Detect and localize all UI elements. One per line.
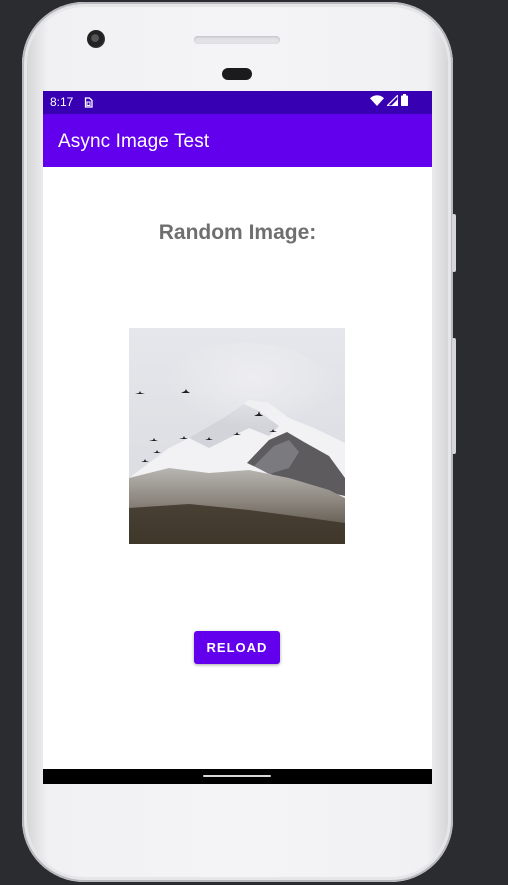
status-bar: 8:17 (43, 91, 432, 114)
wifi-icon (370, 93, 384, 111)
mountain-photo (129, 328, 345, 544)
home-gesture-handle[interactable] (203, 775, 271, 777)
proximity-sensor (222, 68, 252, 80)
volume-button (452, 338, 456, 454)
status-time: 8:17 (50, 95, 74, 109)
signal-icon (385, 93, 399, 111)
random-image (129, 328, 345, 544)
status-icons (370, 93, 408, 111)
page-heading: Random Image: (158, 221, 317, 244)
reload-button[interactable]: RELOAD (194, 631, 280, 664)
screen: 8:17 Async Image Test Random Image: RELO… (43, 91, 432, 784)
battery-icon (401, 93, 408, 111)
front-camera (87, 30, 105, 48)
app-title: Async Image Test (58, 131, 210, 152)
app-bar: Async Image Test (43, 114, 432, 167)
navigation-bar (43, 769, 432, 784)
sim-card-icon (84, 96, 93, 108)
earpiece-speaker (194, 36, 280, 44)
power-button (452, 214, 456, 272)
